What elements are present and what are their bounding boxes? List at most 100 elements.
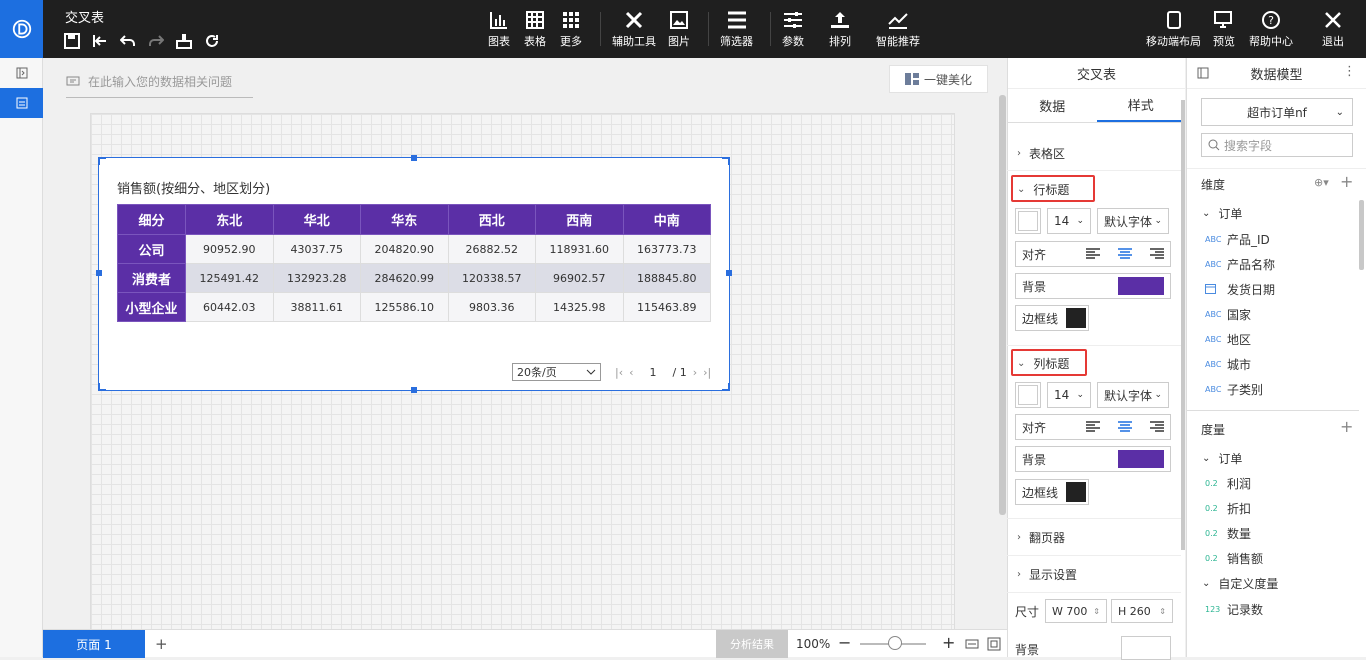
more-vertical-icon[interactable]: ⋮ — [1343, 64, 1356, 79]
table-cell[interactable]: 125586.10 — [360, 292, 449, 322]
corner-header[interactable]: 细分 — [117, 204, 186, 235]
border-color-swatch[interactable] — [1066, 308, 1086, 328]
field-item[interactable]: 0.2 销售额 — [1205, 550, 1263, 567]
resize-corner-br[interactable] — [722, 383, 730, 391]
back-icon[interactable] — [90, 31, 109, 50]
align-right-icon[interactable] — [1150, 248, 1164, 260]
field-item[interactable]: ABC 产品名称 — [1205, 256, 1275, 273]
collapse-panel-button[interactable] — [0, 58, 43, 88]
fit-width-icon[interactable] — [965, 637, 979, 654]
dataset-select[interactable]: 超市订单nf ⌄ — [1201, 98, 1353, 126]
param-tool[interactable]: 参数 — [782, 10, 804, 49]
fit-screen-icon[interactable] — [987, 637, 1001, 654]
row-header[interactable]: 公司 — [117, 234, 186, 264]
section-pager[interactable]: › 翻页器 — [1007, 528, 1065, 546]
resize-corner-tr[interactable] — [722, 157, 730, 165]
field-item[interactable]: ABC 国家 — [1205, 306, 1251, 323]
height-input[interactable]: H 260 ⇕ — [1111, 599, 1173, 623]
table-cell[interactable]: 96902.57 — [535, 263, 624, 293]
font-family-select[interactable]: 默认字体 ⌄ — [1097, 382, 1169, 408]
resize-handle-left[interactable] — [96, 270, 102, 276]
align-right-icon[interactable] — [1150, 421, 1164, 433]
table-cell[interactable]: 90952.90 — [185, 234, 274, 264]
more-tool[interactable]: 更多 — [560, 10, 582, 49]
tab-data[interactable]: 数据 — [1008, 89, 1097, 122]
table-cell[interactable]: 118931.60 — [535, 234, 624, 264]
table-cell[interactable]: 284620.99 — [360, 263, 449, 293]
table-cell[interactable]: 125491.42 — [185, 263, 274, 293]
field-search-input[interactable]: 搜索字段 — [1201, 133, 1353, 157]
exit-tool[interactable]: 退出 — [1322, 10, 1344, 49]
font-color-picker[interactable] — [1015, 382, 1041, 408]
redo-icon[interactable] — [146, 31, 165, 50]
page-tab[interactable]: 页面 1 — [43, 630, 145, 658]
resize-corner-bl[interactable] — [98, 383, 106, 391]
table-cell[interactable]: 132923.28 — [272, 263, 361, 293]
globe-icon[interactable]: ⊕▾ — [1314, 176, 1329, 189]
col-header[interactable]: 华东 — [360, 204, 449, 235]
widget-bg-picker[interactable] — [1121, 636, 1171, 660]
table-cell[interactable]: 188845.80 — [622, 263, 711, 293]
row-header[interactable]: 消费者 — [117, 263, 186, 293]
undo-icon[interactable] — [118, 31, 137, 50]
first-page-icon[interactable]: |‹ — [615, 366, 623, 379]
table-cell[interactable]: 163773.73 — [622, 234, 711, 264]
align-left-icon[interactable] — [1086, 421, 1100, 433]
resize-handle-top[interactable] — [411, 155, 417, 161]
add-measure-icon[interactable]: + — [1340, 417, 1353, 436]
font-size-select[interactable]: 14 ⌄ — [1047, 208, 1091, 234]
section-table-area[interactable]: › 表格区 — [1007, 144, 1181, 162]
field-item[interactable]: ABC 子类别 — [1205, 381, 1263, 398]
bg-color-swatch[interactable] — [1118, 450, 1164, 468]
resize-handle-bottom[interactable] — [411, 387, 417, 393]
section-row-header[interactable]: ⌄ 行标题 — [1007, 181, 1069, 197]
page-list-button[interactable] — [0, 88, 43, 118]
custom-measure-group[interactable]: ⌄ 自定义度量 — [1202, 575, 1278, 592]
save-icon[interactable] — [62, 31, 81, 50]
app-logo[interactable] — [0, 0, 43, 58]
row-header[interactable]: 小型企业 — [117, 292, 186, 322]
refresh-icon[interactable] — [202, 31, 221, 50]
data-model-scrollbar[interactable] — [1359, 200, 1364, 270]
field-item[interactable]: 发货日期 — [1205, 281, 1275, 298]
ask-data-input[interactable]: 在此输入您的数据相关问题 — [66, 66, 253, 98]
preview-tool[interactable]: 预览 — [1213, 10, 1235, 49]
font-color-picker[interactable] — [1015, 208, 1041, 234]
beautify-button[interactable]: 一键美化 — [889, 65, 988, 93]
field-item[interactable]: ABC 产品_ID — [1205, 231, 1270, 248]
zoom-slider-handle[interactable] — [888, 636, 902, 650]
field-item[interactable]: ABC 地区 — [1205, 331, 1251, 348]
align-center-icon[interactable] — [1118, 248, 1132, 260]
last-page-icon[interactable]: ›| — [703, 366, 711, 379]
table-cell[interactable]: 14325.98 — [535, 292, 624, 322]
zoom-in-button[interactable]: + — [942, 633, 955, 652]
table-cell[interactable]: 115463.89 — [622, 292, 711, 322]
arrange-tool[interactable]: 排列 — [829, 10, 851, 49]
image-tool[interactable]: 图片 — [668, 10, 690, 49]
next-page-icon[interactable]: › — [693, 366, 697, 379]
help-tool[interactable]: ? 帮助中心 — [1249, 10, 1293, 49]
width-input[interactable]: W 700 ⇕ — [1045, 599, 1107, 623]
resize-handle-right[interactable] — [726, 270, 732, 276]
table-cell[interactable]: 204820.90 — [360, 234, 449, 264]
style-panel-scrollbar[interactable] — [1181, 100, 1185, 550]
crosstab-widget[interactable]: 销售额(按细分、地区划分) 细分 东北 华北 华东 西北 西南 中南 公司 90… — [96, 155, 732, 393]
table-cell[interactable]: 38811.61 — [272, 292, 361, 322]
align-center-icon[interactable] — [1118, 421, 1132, 433]
table-cell[interactable]: 43037.75 — [272, 234, 361, 264]
add-dimension-icon[interactable]: + — [1340, 172, 1353, 191]
filter-tool[interactable]: 筛选器 — [720, 10, 753, 49]
section-display[interactable]: › 显示设置 — [1007, 565, 1077, 583]
tab-style[interactable]: 样式 — [1096, 89, 1185, 122]
chart-tool[interactable]: 图表 — [488, 10, 510, 49]
measure-group[interactable]: ⌄ 订单 — [1202, 450, 1242, 467]
border-color-swatch[interactable] — [1066, 482, 1086, 502]
analysis-button[interactable]: 分析结果 — [716, 630, 788, 658]
stepper-icon[interactable]: ⇕ — [1159, 607, 1166, 616]
clear-format-icon[interactable] — [174, 31, 193, 50]
field-item[interactable]: 0.2 折扣 — [1205, 500, 1251, 517]
stepper-icon[interactable]: ⇕ — [1093, 607, 1100, 616]
prev-page-icon[interactable]: ‹ — [629, 366, 633, 379]
table-cell[interactable]: 26882.52 — [447, 234, 536, 264]
dimension-group[interactable]: ⌄ 订单 — [1202, 205, 1242, 222]
